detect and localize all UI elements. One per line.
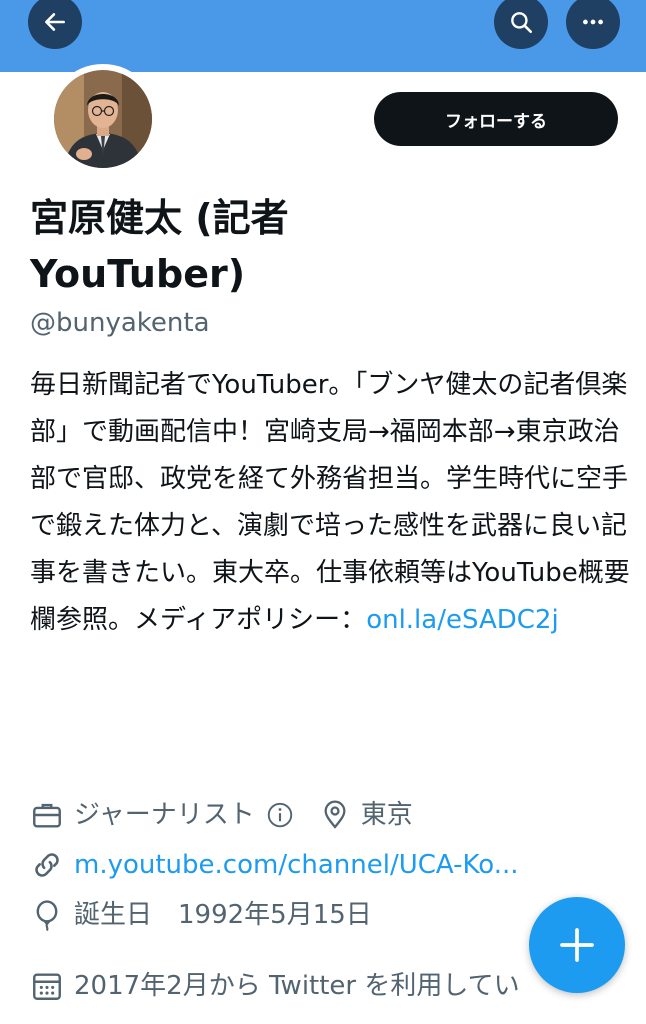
location-pin-icon xyxy=(324,800,346,829)
meta-row-website: m.youtube.com/channel/UCA-Ko... xyxy=(30,847,519,883)
location-text: 東京 xyxy=(360,800,413,830)
meta-row-birthday: 誕生日 1992年5月15日 xyxy=(30,897,372,933)
profile-banner xyxy=(0,0,646,72)
compose-tweet-button[interactable] xyxy=(529,897,625,993)
joined-text: 2017年2月から Twitter を利用してい xyxy=(74,971,520,1001)
profile-name: 宮原健太 (記者YouTuber) xyxy=(30,196,289,296)
profile-bio: 毎日新聞記者でYouTuber。「ブンヤ健太の記者倶楽部」で動画配信中！宮崎支局… xyxy=(30,362,630,644)
link-icon xyxy=(35,853,59,877)
bio-link[interactable]: onl.la/eSADC2j xyxy=(366,605,559,635)
birthday-text: 誕生日 1992年5月15日 xyxy=(74,900,372,930)
info-icon[interactable] xyxy=(265,800,295,830)
plus-icon xyxy=(560,928,594,962)
more-horizontal-icon xyxy=(583,19,603,25)
profession-text: ジャーナリスト xyxy=(74,800,255,830)
profile-photo xyxy=(54,70,152,168)
briefcase-icon xyxy=(33,803,61,828)
search-icon xyxy=(511,12,533,34)
follow-button[interactable]: フォローする xyxy=(374,92,618,146)
profile-handle: @bunyakenta xyxy=(30,308,210,338)
avatar[interactable] xyxy=(54,70,152,168)
website-link[interactable]: m.youtube.com/channel/UCA-Ko... xyxy=(74,847,519,883)
meta-row-profession-location: ジャーナリスト 東京 xyxy=(30,797,413,833)
balloon-icon xyxy=(36,900,58,932)
meta-row-joined: 2017年2月から Twitter を利用してい xyxy=(30,968,520,1004)
arrow-left-icon xyxy=(45,13,65,31)
bio-text: 毎日新聞記者でYouTuber。「ブンヤ健太の記者倶楽部」で動画配信中！宮崎支局… xyxy=(30,370,630,635)
calendar-icon xyxy=(33,973,61,1000)
